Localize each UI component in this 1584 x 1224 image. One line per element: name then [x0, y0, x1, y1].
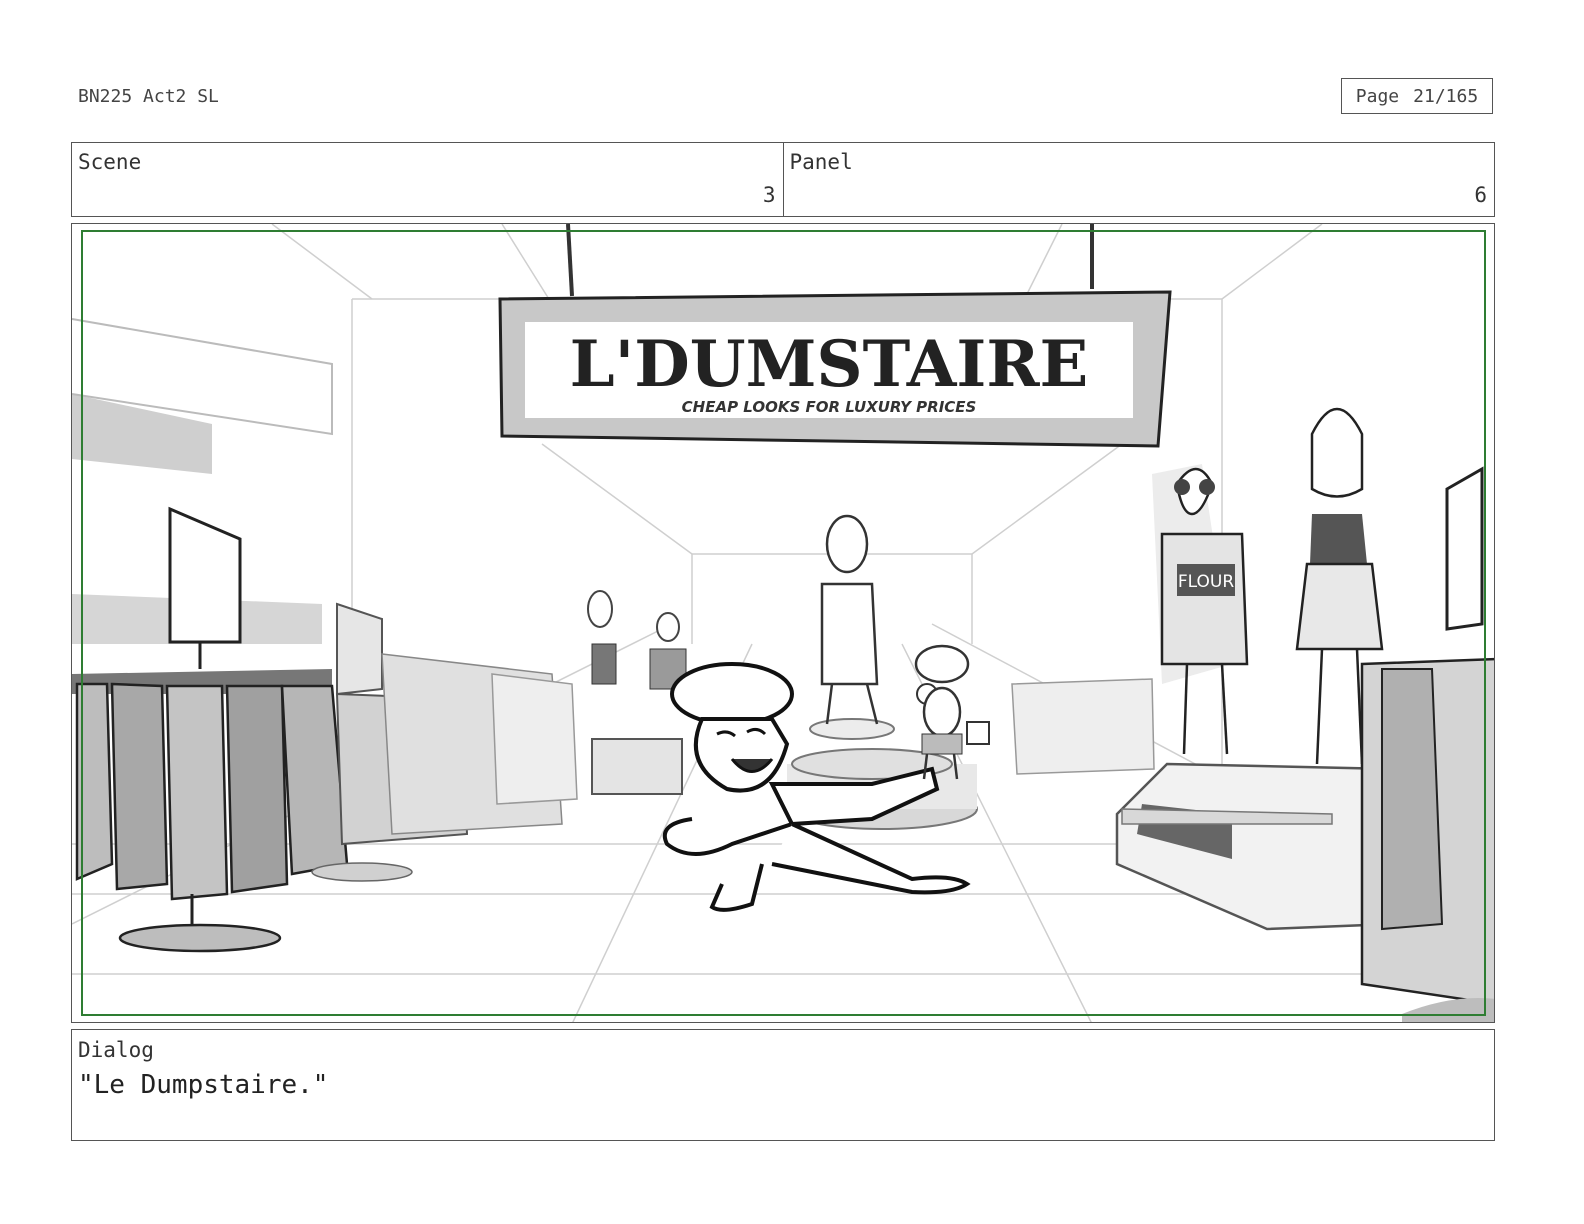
- page-number: 21/165: [1413, 85, 1479, 107]
- sign-title: L'DUMSTAIRE: [570, 327, 1089, 402]
- panel-number: 6: [1474, 183, 1487, 207]
- scene-label: Scene: [78, 150, 142, 174]
- page-indicator: Page 21/165: [1341, 78, 1493, 114]
- right-display-table: [1115, 762, 1394, 931]
- mannequin-shirt-text: FLOUR: [1178, 572, 1234, 592]
- dialog-box: Dialog "Le Dumpstaire.": [71, 1029, 1495, 1141]
- right-rack: [1360, 466, 1494, 1022]
- dialog-text: "Le Dumpstaire.": [78, 1070, 329, 1100]
- scene-panel-row: Scene 3 Panel 6: [71, 142, 1495, 217]
- right-mannequins: FLOUR: [1152, 407, 1384, 765]
- hanging-sign: L'DUMSTAIRE CHEAP LOOKS FOR LUXURY PRICE…: [498, 224, 1172, 448]
- storyboard-frame: L'DUMSTAIRE CHEAP LOOKS FOR LUXURY PRICE…: [71, 223, 1495, 1023]
- scene-number: 3: [762, 183, 776, 207]
- page-label: Page: [1355, 85, 1400, 107]
- panel-label: Panel: [789, 150, 853, 174]
- scene-cell: Scene 3: [72, 143, 783, 216]
- document-title: BN225 Act2 SL: [78, 86, 219, 107]
- panel-cell: Panel 6: [782, 143, 1495, 216]
- dialog-label: Dialog: [78, 1038, 154, 1062]
- sign-subtitle: CHEAP LOOKS FOR LUXURY PRICES: [682, 398, 977, 416]
- storyboard-drawing: L'DUMSTAIRE CHEAP LOOKS FOR LUXURY PRICE…: [72, 224, 1494, 1022]
- left-monitor: [168, 506, 383, 696]
- left-clothes-rack: [72, 653, 563, 953]
